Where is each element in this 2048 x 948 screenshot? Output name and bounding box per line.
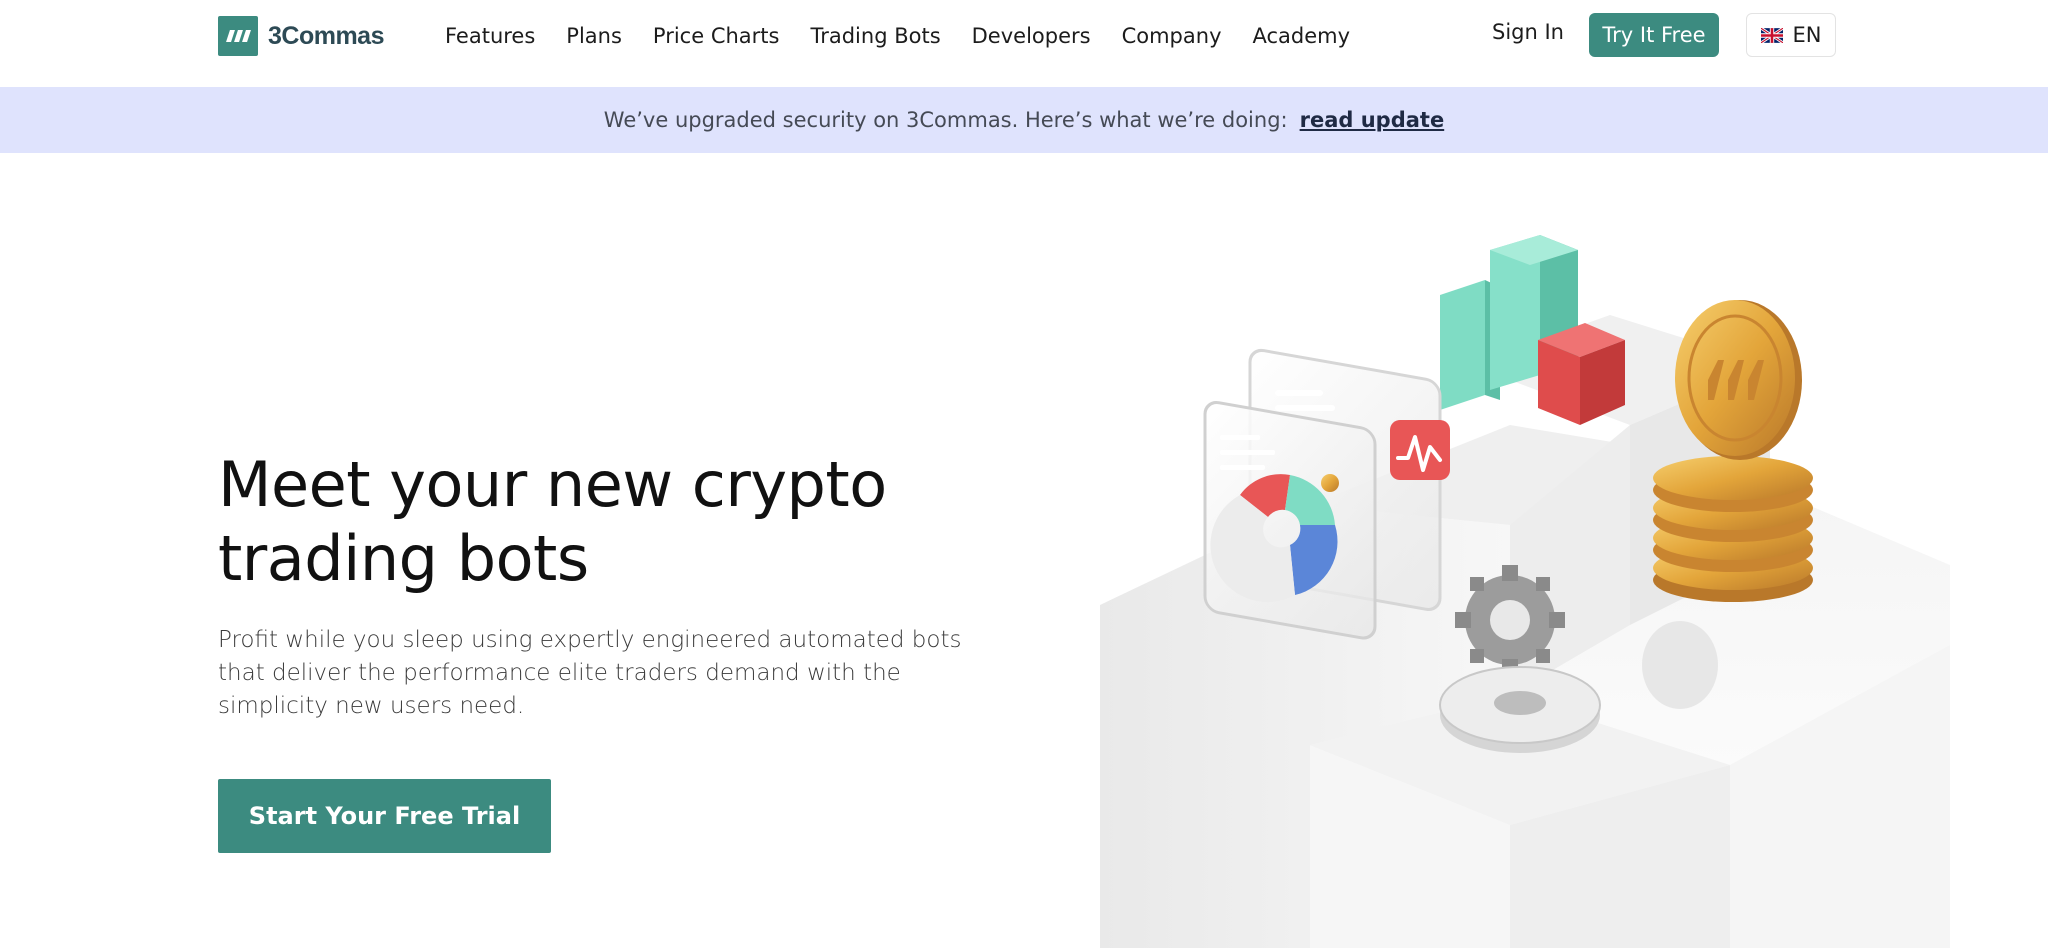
security-banner: We’ve upgraded security on 3Commas. Here… bbox=[0, 87, 2048, 153]
hero-subtitle: Profit while you sleep using expertly en… bbox=[218, 627, 962, 719]
hero-title-line-1: Meet your new crypto bbox=[218, 448, 887, 521]
nav-item-trading-bots[interactable]: Trading Bots bbox=[810, 24, 940, 48]
3commas-logo-icon bbox=[218, 16, 258, 56]
nav-item-academy[interactable]: Academy bbox=[1253, 24, 1351, 48]
site-header: 3Commas Features Plans Price Charts Trad… bbox=[0, 0, 2048, 87]
nav-item-developers[interactable]: Developers bbox=[972, 24, 1091, 48]
start-free-trial-button[interactable]: Start Your Free Trial bbox=[218, 779, 551, 853]
hero-title: Meet your new crypto trading bots bbox=[218, 448, 887, 596]
brand-name: 3Commas bbox=[268, 21, 385, 50]
bar-chart-icon bbox=[1440, 235, 1625, 425]
read-update-link[interactable]: read update bbox=[1300, 108, 1445, 132]
banner-text: We’ve upgraded security on 3Commas. Here… bbox=[603, 108, 1288, 132]
nav-item-company[interactable]: Company bbox=[1122, 24, 1222, 48]
nav-item-price-charts[interactable]: Price Charts bbox=[653, 24, 780, 48]
sign-in-link[interactable]: Sign In bbox=[1492, 20, 1564, 44]
hero-title-line-2: trading bots bbox=[218, 522, 589, 595]
language-selector[interactable]: EN bbox=[1746, 13, 1836, 57]
main-nav: Features Plans Price Charts Trading Bots… bbox=[445, 20, 1381, 52]
hero-illustration bbox=[1100, 235, 1950, 948]
language-label: EN bbox=[1792, 23, 1822, 47]
brand-logo[interactable]: 3Commas bbox=[218, 16, 385, 56]
nav-item-features[interactable]: Features bbox=[445, 24, 535, 48]
uk-flag-icon bbox=[1760, 27, 1783, 43]
try-it-free-button[interactable]: Try It Free bbox=[1589, 13, 1719, 57]
nav-item-plans[interactable]: Plans bbox=[566, 24, 622, 48]
